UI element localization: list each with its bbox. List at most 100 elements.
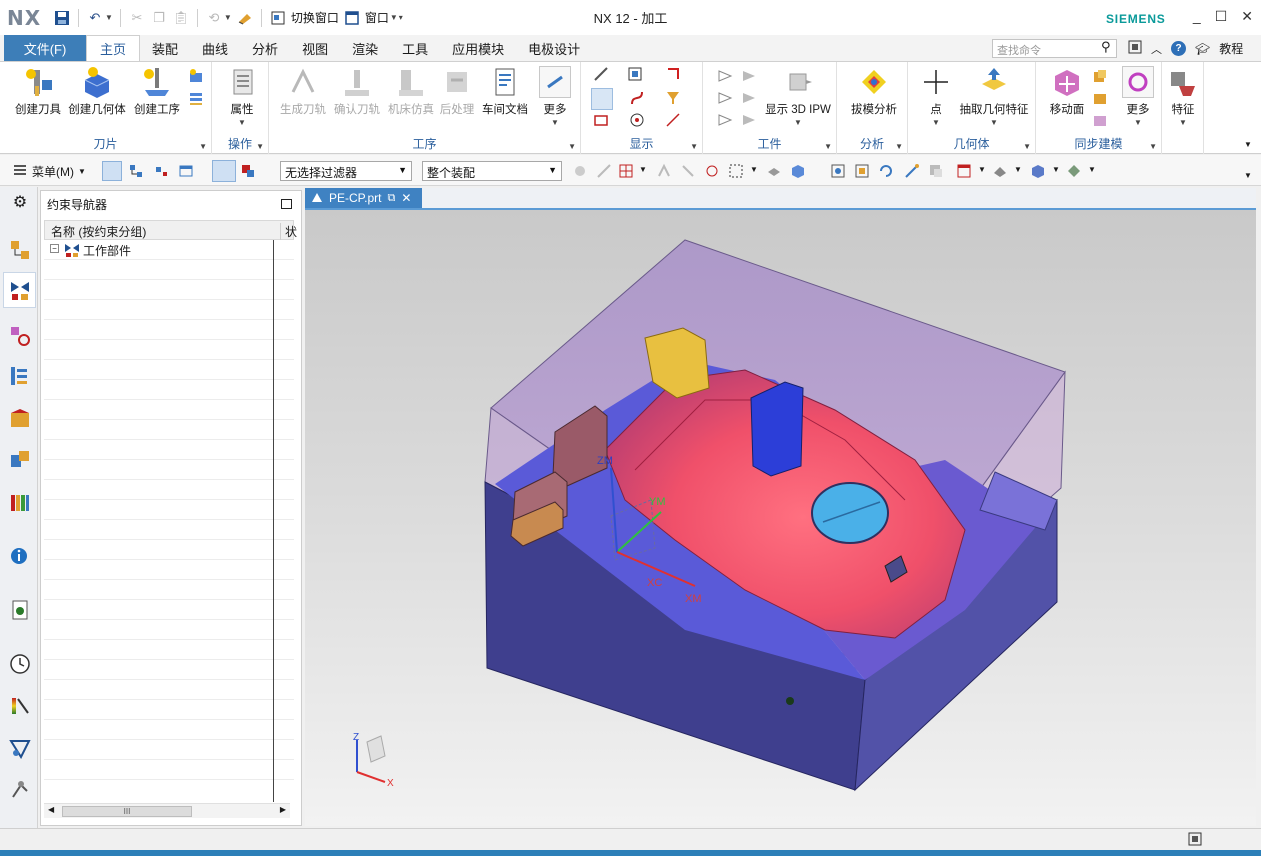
group-geometry-dropdown-icon[interactable]: ▼ [1023, 142, 1031, 151]
switch-window-icon[interactable] [269, 9, 287, 27]
manufacturing-wizard-icon[interactable] [9, 737, 31, 760]
document-tab[interactable]: PE-CP.prt ⧉ ✕ [305, 188, 422, 208]
repeat-command-icon[interactable]: ⟲ [205, 9, 223, 27]
shop-documentation-button[interactable]: 车间文档 [479, 66, 531, 117]
snap-icon-2[interactable] [596, 163, 612, 179]
workpiece-mini4-icon[interactable] [741, 90, 757, 106]
tutorial-button[interactable]: 教程 [1219, 40, 1243, 57]
display-curve-icon[interactable] [629, 90, 645, 106]
zoom-icon[interactable] [854, 163, 870, 179]
part-navigator-icon[interactable] [9, 325, 31, 347]
assembly-navigator-icon[interactable] [9, 239, 31, 261]
render-dropdown-icon[interactable]: ▼ [1014, 165, 1022, 174]
properties-button[interactable]: 属性 ▼ [222, 66, 262, 127]
tab-analysis[interactable]: 分析 [240, 35, 290, 61]
workpiece-mini6-icon[interactable] [741, 112, 757, 128]
sync-more-button[interactable]: 更多 ▼ [1118, 66, 1158, 127]
fullscreen-toggle-icon[interactable] [1188, 832, 1202, 849]
undo-icon[interactable]: ↶ [86, 9, 104, 27]
snap-icon-4[interactable] [656, 163, 672, 179]
group-insert-dropdown-icon[interactable]: ▼ [199, 142, 207, 151]
display-path-icon[interactable] [593, 66, 609, 82]
pan-icon[interactable] [904, 163, 920, 179]
display-cutter-icon[interactable] [665, 90, 681, 106]
window-menu-button[interactable]: 窗口 [365, 9, 389, 26]
repeat-dropdown-icon[interactable]: ▼ [224, 13, 232, 22]
search-icon[interactable]: ⚲ [1101, 39, 1111, 55]
close-tab-icon[interactable]: ✕ [401, 191, 411, 205]
touch-mode-icon[interactable] [236, 9, 254, 27]
generate-toolpath-button[interactable]: 生成刀轨 [277, 66, 329, 117]
close-icon[interactable]: ✕ [1241, 8, 1253, 25]
workpiece-mini5-icon[interactable] [717, 112, 733, 128]
create-operation-button[interactable]: 创建工序 [130, 66, 184, 117]
selection-priority-icon[interactable] [240, 163, 256, 179]
navigator-hscrollbar[interactable]: ◀ III ▶ [44, 803, 290, 818]
extract-geometry-button[interactable]: 抽取几何特征 ▼ [956, 66, 1032, 127]
create-tool-button[interactable]: 创建刀具 [12, 66, 64, 117]
operation-navigator-icon[interactable] [9, 365, 31, 387]
layer-dropdown-icon[interactable]: ▼ [978, 165, 986, 174]
tree-row-work-part[interactable]: − 工作部件 [44, 240, 294, 260]
box-select-icon[interactable] [728, 163, 744, 179]
display-box-icon[interactable] [593, 112, 609, 128]
orient-dropdown-icon[interactable]: ▼ [1088, 165, 1096, 174]
show-3d-ipw-button[interactable]: 显示 3D IPW ▼ [765, 66, 831, 127]
model-render[interactable]: ZM YM XC XM Z X [305, 210, 1256, 826]
verify-toolpath-button[interactable]: 确认刀轨 [331, 66, 383, 117]
tab-tools[interactable]: 工具 [390, 35, 440, 61]
display-circle-icon[interactable] [629, 112, 645, 128]
snap-dropdown-icon[interactable]: ▼ [639, 165, 647, 174]
tab-view[interactable]: 视图 [290, 35, 340, 61]
menu-button[interactable]: 菜单(M) ▼ [12, 162, 86, 181]
display-step-icon[interactable] [665, 66, 681, 82]
window-icon[interactable] [343, 9, 361, 27]
graduation-cap-icon[interactable]: 🎓︎ [1195, 42, 1210, 56]
point-button[interactable]: 点 ▼ [920, 66, 952, 127]
insert-mini2-icon[interactable] [188, 90, 204, 106]
group-sync-dropdown-icon[interactable]: ▼ [1149, 142, 1157, 151]
render-style-icon[interactable] [992, 163, 1008, 179]
shaded-dropdown-icon[interactable]: ▼ [1052, 165, 1060, 174]
scroll-right-icon[interactable]: ▶ [280, 805, 286, 814]
scroll-thumb[interactable]: III [62, 806, 192, 817]
snap-icon-5[interactable] [680, 163, 696, 179]
reuse-library-icon[interactable] [9, 491, 31, 513]
selection-scope-select[interactable]: 整个装配 ▼ [422, 161, 562, 181]
machining-feature-navigator-icon[interactable] [9, 449, 31, 471]
resource-settings-icon[interactable]: ⚙ [9, 192, 31, 214]
toolbar-options-dropdown-icon[interactable]: ▼ [1244, 171, 1252, 180]
tab-applications[interactable]: 应用模块 [440, 35, 516, 61]
column-status[interactable]: 状 [280, 223, 300, 240]
tab-curve[interactable]: 曲线 [190, 35, 240, 61]
group-operations-dropdown-icon[interactable]: ▼ [568, 142, 576, 151]
workpiece-mini1-icon[interactable] [717, 68, 733, 84]
fit-view-icon[interactable] [830, 163, 846, 179]
scroll-left-icon[interactable]: ◀ [48, 805, 54, 814]
orient-icon[interactable] [1066, 163, 1082, 179]
move-face-button[interactable]: 移动面 [1044, 66, 1090, 117]
tab-electrode-design[interactable]: 电极设计 [516, 35, 592, 61]
shaded-icon[interactable] [1030, 163, 1046, 179]
cut-icon[interactable]: ✂ [128, 9, 146, 27]
process-studio-icon[interactable] [9, 695, 31, 717]
snap-icon-6[interactable] [704, 163, 720, 179]
machine-tool-navigator-icon[interactable] [9, 407, 31, 429]
nx-logo[interactable]: NX [7, 6, 45, 30]
nav-view-icon[interactable] [102, 161, 122, 181]
tab-assembly[interactable]: 装配 [140, 35, 190, 61]
maximize-panel-icon[interactable] [281, 199, 292, 209]
workpiece-mini2-icon[interactable] [741, 68, 757, 84]
minimize-icon[interactable]: _ [1193, 8, 1201, 25]
group-analysis-dropdown-icon[interactable]: ▼ [895, 142, 903, 151]
display-line-icon[interactable] [665, 112, 681, 128]
nav-tree-icon[interactable] [128, 163, 144, 179]
web-browser-icon[interactable] [9, 599, 31, 621]
collapse-ribbon-icon[interactable]: ︿ [1151, 41, 1162, 57]
history-icon[interactable] [9, 653, 31, 675]
rotate-icon[interactable] [878, 163, 894, 179]
insert-mini1-icon[interactable] [188, 68, 204, 84]
command-search-input[interactable]: 查找命令 [992, 39, 1117, 58]
tab-home[interactable]: 主页 [86, 35, 141, 61]
roles-icon[interactable] [9, 779, 31, 801]
